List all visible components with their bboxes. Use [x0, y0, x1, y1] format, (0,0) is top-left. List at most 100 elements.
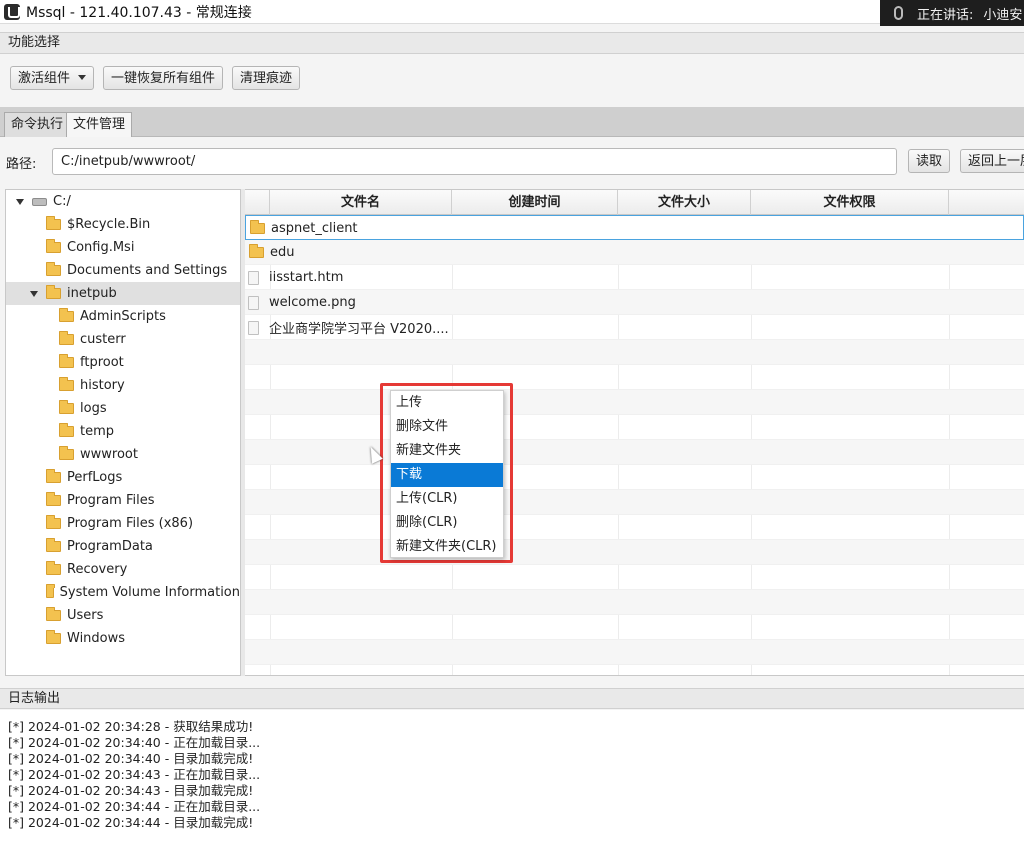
column-header-permission[interactable]: 文件权限: [751, 190, 949, 215]
tree-item-label: Program Files (x86): [67, 516, 194, 531]
folder-icon: [59, 446, 74, 460]
folder-icon: [46, 262, 61, 276]
tree-item-custerr[interactable]: custerr: [6, 328, 240, 351]
empty-row: [245, 540, 1024, 565]
tab-file-manager[interactable]: 文件管理: [66, 112, 133, 137]
folder-icon: [46, 561, 61, 575]
tree-item-logs[interactable]: logs: [6, 397, 240, 420]
tree-item-adminscripts[interactable]: AdminScripts: [6, 305, 240, 328]
microphone-icon: [894, 6, 903, 20]
menu-item-delete-file[interactable]: 删除文件: [391, 415, 503, 439]
empty-row: [245, 565, 1024, 590]
chevron-down-icon: [78, 75, 87, 80]
menu-item-download[interactable]: 下载: [391, 463, 503, 487]
table-header: 文件名 创建时间 文件大小 文件权限: [245, 190, 1024, 215]
tree-item-perflogs[interactable]: PerfLogs: [6, 466, 240, 489]
menu-item-delete-clr[interactable]: 删除(CLR): [391, 511, 503, 535]
file-name-cell: iisstart.htm: [245, 265, 343, 290]
tree-item-history[interactable]: history: [6, 374, 240, 397]
tree-item-temp[interactable]: temp: [6, 420, 240, 443]
file-icon: [248, 295, 259, 310]
context-menu: 上传 删除文件 新建文件夹 下载 上传(CLR) 删除(CLR) 新建文件夹(C…: [390, 390, 504, 558]
tree-item-label: Program Files: [67, 493, 155, 508]
table-row[interactable]: aspnet_client: [245, 215, 1024, 240]
tree-item-recovery[interactable]: Recovery: [6, 558, 240, 581]
go-up-button[interactable]: 返回上一层: [960, 149, 1024, 173]
file-name-cell: 企业商学院学习平台 V2020....: [245, 315, 449, 340]
tree-item-label: inetpub: [67, 286, 117, 301]
file-name: aspnet_client: [271, 221, 358, 236]
restore-all-button[interactable]: 一键恢复所有组件: [103, 66, 224, 90]
log-output[interactable]: [*] 2024-01-02 20:34:28 - 获取结果成功! [*] 20…: [0, 710, 1024, 848]
menu-item-new-folder-clr[interactable]: 新建文件夹(CLR): [391, 535, 503, 559]
tree-item-label: Config.Msi: [67, 240, 135, 255]
activate-component-button[interactable]: 激活组件: [10, 66, 95, 90]
tree-item-ftproot[interactable]: ftproot: [6, 351, 240, 374]
toolbar: 激活组件 一键恢复所有组件 清理痕迹: [0, 55, 1024, 101]
path-input[interactable]: C:/inetpub/wwwroot/: [52, 148, 897, 175]
tree-item-documents-settings[interactable]: Documents and Settings: [6, 259, 240, 282]
tree-item-users[interactable]: Users: [6, 604, 240, 627]
tree-item-label: temp: [80, 424, 115, 439]
empty-row: [245, 590, 1024, 615]
expand-arrow-icon[interactable]: [16, 198, 24, 205]
folder-icon: [46, 538, 61, 552]
tab-strip: 命令执行 文件管理: [0, 107, 1024, 137]
menu-item-upload[interactable]: 上传: [391, 391, 503, 415]
menu-item-new-folder[interactable]: 新建文件夹: [391, 439, 503, 463]
table-row[interactable]: 企业商学院学习平台 V2020....: [245, 315, 1024, 340]
column-header-created[interactable]: 创建时间: [452, 190, 618, 215]
file-name-cell: edu: [249, 240, 295, 265]
file-name: 企业商学院学习平台 V2020....: [269, 322, 449, 337]
table-row[interactable]: iisstart.htm: [245, 265, 1024, 290]
tree-item-label: Documents and Settings: [67, 263, 228, 278]
tree-item-program-files[interactable]: Program Files: [6, 489, 240, 512]
empty-row: [245, 615, 1024, 640]
empty-row: [245, 515, 1024, 540]
file-icon: [248, 270, 259, 285]
expand-arrow-icon[interactable]: [30, 290, 38, 297]
empty-row: [245, 440, 1024, 465]
tree-item-label: logs: [80, 401, 107, 416]
tree-item-label: history: [80, 378, 125, 393]
tree-root[interactable]: C:/: [6, 190, 240, 213]
table-row[interactable]: edu: [245, 240, 1024, 265]
tree-item-wwwroot[interactable]: wwwroot: [6, 443, 240, 466]
window-title: Mssql - 121.40.107.43 - 常规连接: [26, 4, 252, 21]
tree-item-recycle-bin[interactable]: $Recycle.Bin: [6, 213, 240, 236]
tree-item-label: C:/: [53, 194, 71, 209]
directory-tree: C:/ $Recycle.Bin Config.Msi Documents an…: [5, 189, 241, 676]
file-name: welcome.png: [269, 295, 356, 310]
table-row[interactable]: welcome.png: [245, 290, 1024, 315]
tree-item-programdata[interactable]: ProgramData: [6, 535, 240, 558]
tree-item-system-volume-info[interactable]: System Volume Information: [6, 581, 240, 604]
column-header-size[interactable]: 文件大小: [618, 190, 751, 215]
tree-item-label: PerfLogs: [67, 470, 123, 485]
folder-icon: [46, 515, 61, 529]
func-section-title: 功能选择: [0, 32, 1024, 54]
clear-traces-button[interactable]: 清理痕迹: [232, 66, 301, 90]
folder-icon: [59, 331, 74, 345]
folder-icon: [59, 423, 74, 437]
tab-command-exec[interactable]: 命令执行: [4, 112, 71, 137]
tree-item-windows[interactable]: Windows: [6, 627, 240, 650]
tree-item-label: wwwroot: [80, 447, 138, 462]
speaking-label: 正在讲话:: [917, 7, 974, 23]
folder-icon: [59, 308, 74, 322]
activate-component-label: 激活组件: [18, 70, 71, 85]
tree-item-program-files-x86[interactable]: Program Files (x86): [6, 512, 240, 535]
tree-item-config-msi[interactable]: Config.Msi: [6, 236, 240, 259]
log-line: [*] 2024-01-02 20:34:40 - 正在加载目录...: [8, 735, 261, 750]
file-name: iisstart.htm: [269, 270, 344, 285]
column-header-filename[interactable]: 文件名: [270, 190, 452, 215]
folder-icon: [46, 492, 61, 506]
menu-item-upload-clr[interactable]: 上传(CLR): [391, 487, 503, 511]
log-line: [*] 2024-01-02 20:34:44 - 正在加载目录...: [8, 799, 261, 814]
folder-icon: [46, 607, 61, 621]
tree-item-inetpub[interactable]: inetpub: [6, 282, 240, 305]
file-icon: [248, 320, 259, 335]
folder-icon: [250, 220, 265, 234]
folder-icon: [46, 584, 55, 598]
path-row: 路径: C:/inetpub/wwwroot/ 读取 返回上一层: [0, 138, 1024, 184]
read-button[interactable]: 读取: [908, 149, 951, 173]
